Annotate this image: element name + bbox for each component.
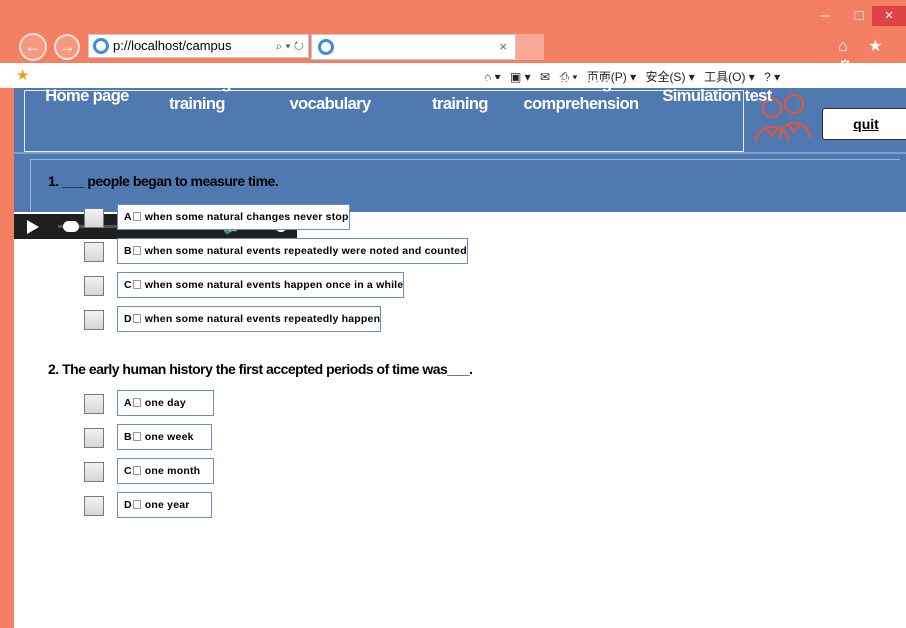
q2-option-c[interactable]: Cone month (117, 458, 214, 484)
menu-listening-line2: training (169, 95, 225, 113)
option-square-glyph (132, 246, 141, 255)
option-square-glyph (132, 432, 141, 441)
close-window-button[interactable]: × (872, 6, 906, 26)
tab-ie-logo-icon (318, 39, 334, 55)
option-square-glyph (132, 212, 141, 221)
option-letter: C (124, 279, 132, 291)
menu-translation-training[interactable]: Translation training (410, 73, 510, 115)
q1-option-a-checkbox[interactable] (84, 208, 104, 228)
option-text: when some natural events repeatedly happ… (144, 313, 381, 325)
ie-logo-icon (93, 38, 109, 54)
play-icon[interactable] (27, 220, 39, 234)
option-letter: C (124, 465, 132, 477)
forward-button[interactable]: → (54, 34, 80, 60)
tools-menu-button[interactable]: 工具(O) ▾ (704, 70, 755, 84)
new-tab-button[interactable] (516, 34, 544, 60)
favorites-star-icon[interactable]: ★ (16, 66, 29, 84)
option-square-glyph (132, 314, 141, 323)
menu-grammar-line1: Grammar and (279, 74, 381, 92)
option-letter: D (124, 499, 132, 511)
option-square-glyph (132, 500, 141, 509)
q2-option-a-checkbox[interactable] (84, 394, 104, 414)
help-menu-button[interactable]: ? ▾ (764, 70, 780, 84)
menu-reading-line2: comprehension (523, 95, 639, 113)
q1-option-d[interactable]: Dwhen some natural events repeatedly hap… (117, 306, 382, 332)
q2-option-d[interactable]: Done year (117, 492, 212, 518)
safety-menu-button[interactable]: 安全(S) ▾ (645, 70, 694, 84)
q1-option-d-checkbox[interactable] (84, 310, 104, 330)
address-bar[interactable]: p://localhost/campus ⌕ ▾ ↻ (88, 34, 309, 58)
menu-simulation-label: Simulation test (662, 87, 772, 105)
option-letter: A (124, 397, 132, 409)
tab-close-button[interactable]: × (499, 39, 507, 54)
option-square-glyph (132, 466, 141, 475)
q1-option-c-checkbox[interactable] (84, 276, 104, 296)
option-letter: A (124, 211, 132, 223)
menu-grammar-line2: vocabulary (289, 95, 371, 113)
q2-option-d-checkbox[interactable] (84, 496, 104, 516)
left-strip (0, 88, 14, 628)
seek-handle[interactable] (63, 221, 79, 232)
option-text: when some natural events happen once in … (144, 279, 404, 291)
q2-option-b[interactable]: Bone week (117, 424, 212, 450)
page-content: quit 13:46 🔈 (0, 88, 906, 628)
option-text: one day (144, 397, 186, 409)
option-text: when some natural events repeatedly were… (144, 245, 467, 257)
browser-tab[interactable]: × (311, 34, 516, 60)
option-letter: B (124, 431, 132, 443)
address-text: p://localhost/campus (113, 38, 232, 53)
menu-listening-training[interactable]: Listening training (147, 73, 247, 115)
q1-option-a[interactable]: Awhen some natural changes never stop (117, 204, 350, 230)
menu-home-page[interactable]: Home page (27, 86, 147, 107)
q1-option-b[interactable]: Bwhen some natural events repeatedly wer… (117, 238, 468, 264)
menu-reading-line1: Reading (550, 74, 612, 92)
back-arrow-icon: ← (24, 37, 42, 56)
option-letter: B (124, 245, 132, 257)
back-button[interactable]: ← (19, 33, 47, 61)
q2-option-c-checkbox[interactable] (84, 462, 104, 482)
forward-arrow-icon: → (58, 37, 76, 56)
q2-option-a[interactable]: Aone day (117, 390, 214, 416)
menu-translation-line2: training (432, 95, 488, 113)
menu-grammar-vocabulary[interactable]: Grammar and vocabulary (262, 73, 398, 115)
option-text: one week (144, 431, 194, 443)
option-square-glyph (132, 398, 141, 407)
menu-home-label: Home page (45, 87, 129, 105)
menu-reading-comprehension[interactable]: Reading comprehension (512, 73, 650, 115)
menu-translation-line1: Translation (419, 74, 501, 92)
question-1-text: 1. ___ people began to measure time. (48, 173, 279, 189)
option-square-glyph (132, 280, 141, 289)
question-2-text: 2. The early human history the first acc… (48, 361, 473, 377)
minimize-button[interactable]: – (812, 6, 838, 26)
q1-option-b-checkbox[interactable] (84, 242, 104, 262)
option-text: when some natural changes never stop (144, 211, 349, 223)
q2-option-b-checkbox[interactable] (84, 428, 104, 448)
browser-titlebar: – □ × ← → p://localhost/campus ⌕ ▾ ↻ × ⌂… (0, 0, 906, 75)
option-text: one month (144, 465, 201, 477)
option-text: one year (144, 499, 190, 511)
address-tools[interactable]: ⌕ ▾ ↻ (275, 35, 304, 57)
maximize-button[interactable]: □ (846, 6, 872, 26)
menu-simulation-test[interactable]: Simulation test (652, 86, 782, 107)
quit-button[interactable]: quit (822, 108, 906, 140)
menu-listening-line1: Listening (163, 74, 232, 92)
q1-option-c[interactable]: Cwhen some natural events happen once in… (117, 272, 405, 298)
option-letter: D (124, 313, 132, 325)
